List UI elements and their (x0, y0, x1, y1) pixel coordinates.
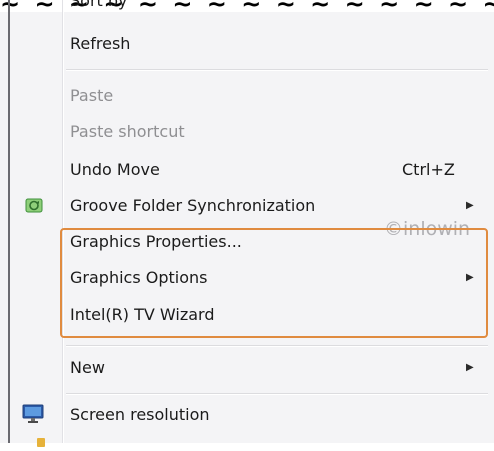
menu-item-refresh[interactable]: Refresh (70, 34, 130, 53)
menu-item-intel-tv-wizard[interactable]: Intel(R) TV Wizard (70, 305, 214, 324)
menu-item-groove-folder-sync[interactable]: Groove Folder Synchronization (70, 196, 315, 215)
menu-item-paste-label: Paste (70, 86, 114, 105)
menu-item-paste-shortcut-label: Paste shortcut (70, 122, 185, 141)
icon-gutter-divider-highlight (63, 0, 64, 443)
menu-item-graphics-options-label: Graphics Options (70, 268, 208, 287)
menu-item-groove-label: Groove Folder Synchronization (70, 196, 316, 215)
menu-separator (66, 393, 488, 395)
menu-item-refresh-label: Refresh (70, 34, 131, 53)
menu-item-screen-resolution[interactable]: Screen resolution (70, 405, 210, 424)
context-menu: ~ ~ ~ ~ ~ ~ ~ ~ ~ ~ ~ ~ ~ ~ ~ ~ Sort by … (0, 0, 494, 447)
menu-item-new[interactable]: New (70, 358, 105, 377)
menu-item-paste-shortcut[interactable]: Paste shortcut (70, 122, 185, 141)
menu-item-sort-by[interactable]: Sort by (70, 0, 128, 12)
monitor-icon (22, 404, 44, 424)
menu-item-intel-tv-wizard-label: Intel(R) TV Wizard (70, 305, 215, 324)
menu-item-graphics-options[interactable]: Graphics Options (70, 268, 207, 287)
chevron-right-icon: ▶ (466, 362, 474, 373)
menu-item-sort-by-label: Sort by (70, 0, 128, 10)
chevron-right-icon: ▶ (466, 200, 474, 211)
menu-left-border (8, 0, 10, 443)
menu-item-paste[interactable]: Paste (70, 86, 113, 105)
menu-item-graphics-properties[interactable]: Graphics Properties... (70, 232, 242, 251)
menu-separator (66, 69, 488, 71)
gadget-icon-partial (36, 432, 46, 447)
menu-item-screen-resolution-label: Screen resolution (70, 405, 210, 424)
undo-shortcut-hint: Ctrl+Z (402, 160, 455, 179)
groove-icon (25, 196, 43, 214)
menu-item-graphics-properties-label: Graphics Properties... (70, 232, 242, 251)
chevron-right-icon: ▶ (466, 272, 474, 283)
menu-item-undo-move-label: Undo Move (70, 160, 160, 179)
menu-item-undo-move[interactable]: Undo Move (70, 160, 160, 179)
menu-item-new-label: New (70, 358, 105, 377)
menu-separator (66, 345, 488, 347)
